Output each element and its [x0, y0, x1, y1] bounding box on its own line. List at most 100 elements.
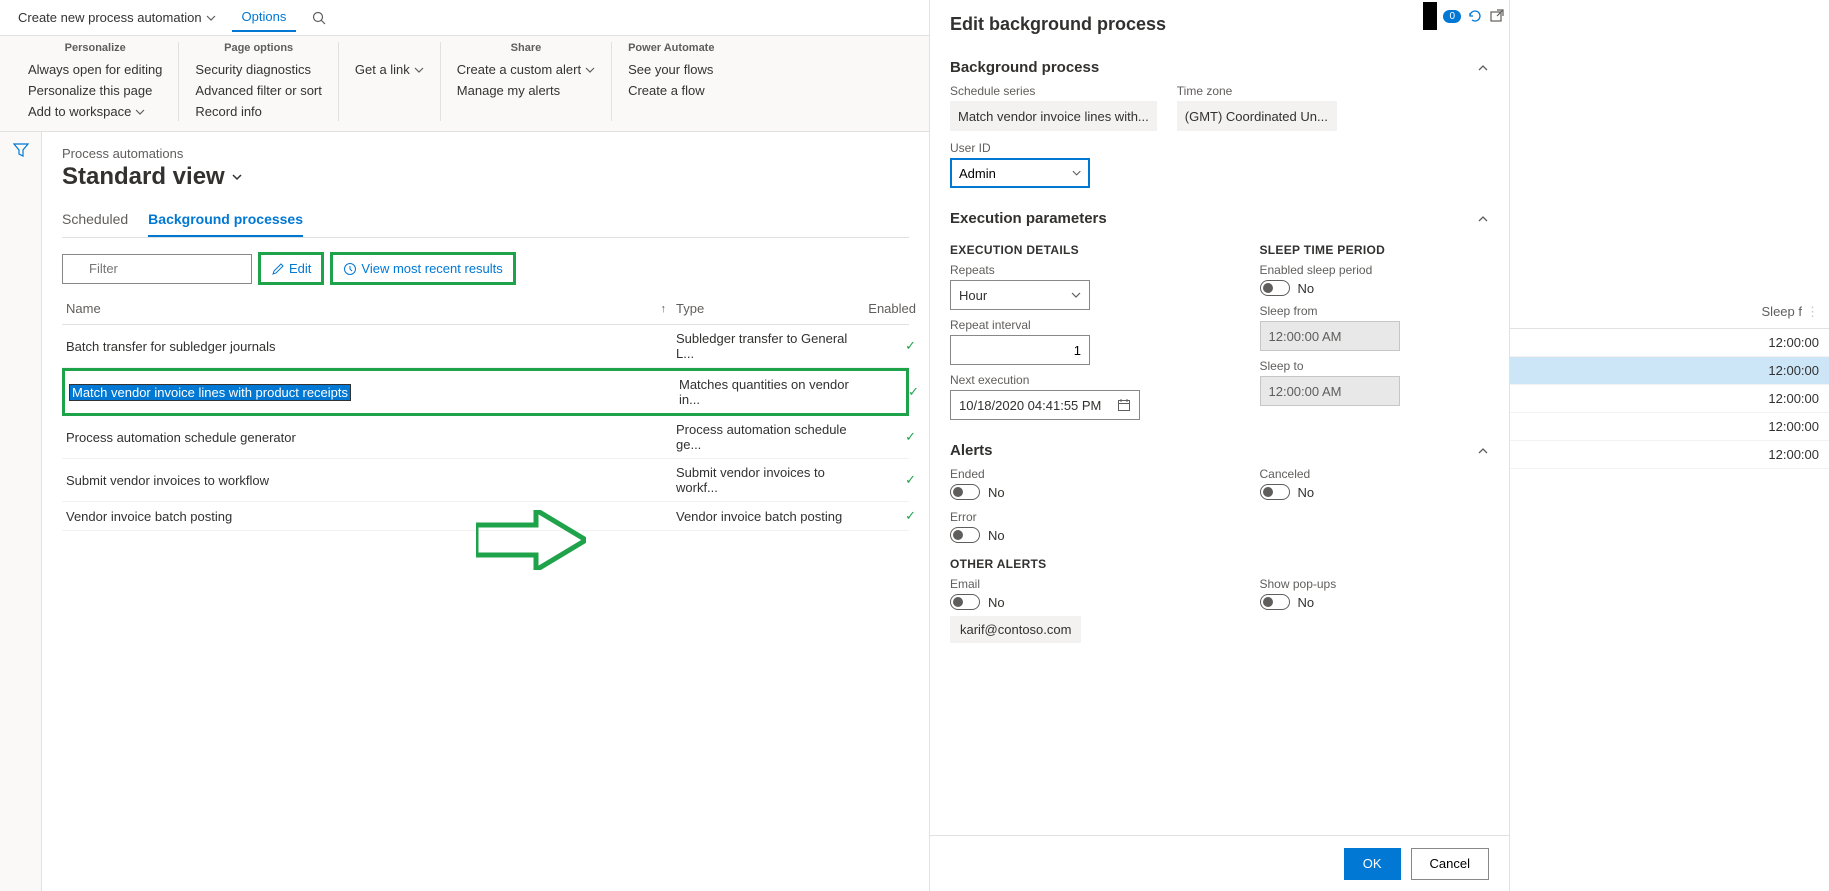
check-icon: ✓ [869, 384, 919, 400]
extra-header-sleep[interactable]: Sleep f ⋮ [1510, 296, 1829, 329]
chevron-up-icon [1477, 213, 1489, 225]
canceled-toggle[interactable] [1260, 484, 1290, 500]
enabled-sleep-toggle[interactable] [1260, 280, 1290, 296]
cancel-button[interactable]: Cancel [1411, 848, 1489, 880]
chevron-up-icon [1477, 445, 1489, 457]
col-header-type[interactable]: Type [676, 301, 866, 316]
extra-row[interactable]: 12:00:00 [1510, 413, 1829, 441]
sort-up-icon: ↑ [661, 303, 677, 315]
extra-row[interactable]: 12:00:00 [1510, 329, 1829, 357]
table-row[interactable]: Submit vendor invoices to workflow Submi… [62, 459, 909, 502]
extra-row[interactable]: 12:00:00 [1510, 441, 1829, 469]
sleep-to-label: Sleep to [1260, 359, 1490, 373]
power-automate-group-title: Power Automate [628, 42, 714, 54]
create-new-process-dropdown[interactable]: Create new process automation [8, 4, 226, 31]
view-title[interactable]: Standard view [62, 163, 909, 191]
always-open-editing-link[interactable]: Always open for editing [28, 60, 162, 79]
refresh-icon[interactable] [1467, 8, 1483, 24]
execution-details-heading: EXECUTION DETAILS [950, 243, 1180, 257]
background-process-section[interactable]: Background process [950, 51, 1489, 84]
enabled-sleep-value: No [1298, 281, 1315, 296]
ended-toggle[interactable] [950, 484, 980, 500]
search-button[interactable] [302, 5, 336, 31]
user-id-input[interactable] [959, 166, 1072, 181]
record-info-link[interactable]: Record info [195, 102, 321, 121]
col-header-enabled[interactable]: Enabled [866, 301, 916, 316]
alerts-section[interactable]: Alerts [950, 434, 1489, 467]
repeats-dropdown[interactable]: Hour [950, 280, 1090, 310]
email-label: Email [950, 577, 1180, 591]
add-to-workspace-link[interactable]: Add to workspace [28, 102, 162, 121]
other-alerts-heading: OTHER ALERTS [950, 557, 1489, 571]
row-name-selected: Match vendor invoice lines with product … [69, 384, 351, 401]
create-a-flow-link[interactable]: Create a flow [628, 81, 714, 100]
error-toggle[interactable] [950, 527, 980, 543]
panel-title: Edit background process [950, 14, 1166, 35]
chevron-down-icon [414, 65, 424, 75]
timezone-value: (GMT) Coordinated Un... [1177, 101, 1337, 131]
filter-input[interactable] [62, 254, 252, 284]
user-id-dropdown[interactable] [950, 158, 1090, 188]
tab-background-processes[interactable]: Background processes [148, 205, 303, 237]
extra-row[interactable]: 12:00:00 [1510, 357, 1829, 385]
options-tab[interactable]: Options [232, 3, 297, 32]
row-type: Matches quantities on vendor in... [679, 377, 869, 407]
security-diagnostics-link[interactable]: Security diagnostics [195, 60, 321, 79]
timezone-label: Time zone [1177, 84, 1337, 98]
chevron-down-icon [585, 65, 595, 75]
funnel-icon[interactable] [13, 142, 29, 158]
edit-button[interactable]: Edit [258, 252, 324, 285]
table-row[interactable]: Match vendor invoice lines with product … [62, 368, 909, 416]
col-header-name[interactable]: Name↑ [66, 301, 676, 316]
sleep-from-input: 12:00:00 AM [1260, 321, 1400, 351]
personalize-page-link[interactable]: Personalize this page [28, 81, 162, 100]
row-type: Process automation schedule ge... [676, 422, 866, 452]
arrow-annotation-icon [476, 510, 586, 570]
chevron-down-icon [1072, 168, 1081, 178]
email-address-chip[interactable]: karif@contoso.com [950, 616, 1081, 643]
view-title-text: Standard view [62, 163, 225, 191]
repeat-interval-input[interactable] [950, 335, 1090, 365]
create-custom-alert-link[interactable]: Create a custom alert [457, 60, 595, 79]
manage-alerts-link[interactable]: Manage my alerts [457, 81, 595, 100]
tab-scheduled[interactable]: Scheduled [62, 205, 128, 237]
options-label: Options [242, 9, 287, 24]
row-name: Submit vendor invoices to workflow [66, 473, 676, 488]
notification-badge[interactable]: 0 [1443, 10, 1461, 23]
check-icon: ✓ [866, 508, 916, 524]
calendar-icon [1117, 398, 1131, 412]
get-a-link[interactable]: Get a link [355, 60, 424, 79]
table-row[interactable]: Batch transfer for subledger journals Su… [62, 325, 909, 368]
check-icon: ✓ [866, 338, 916, 354]
error-label: Error [950, 510, 1180, 524]
popout-icon[interactable] [1489, 8, 1505, 24]
share-group-title: Share [457, 42, 595, 54]
row-type: Vendor invoice batch posting [676, 509, 866, 524]
chevron-down-icon [206, 13, 216, 23]
view-recent-results-button[interactable]: View most recent results [330, 252, 515, 285]
sleep-from-label: Sleep from [1260, 304, 1490, 318]
edit-label: Edit [289, 261, 311, 276]
ok-button[interactable]: OK [1344, 848, 1401, 880]
popups-toggle[interactable] [1260, 594, 1290, 610]
schedule-series-label: Schedule series [950, 84, 1157, 98]
execution-parameters-section[interactable]: Execution parameters [950, 202, 1489, 235]
row-type: Subledger transfer to General L... [676, 331, 866, 361]
next-execution-input[interactable]: 10/18/2020 04:41:55 PM [950, 390, 1140, 420]
ended-label: Ended [950, 467, 1180, 481]
sleep-time-period-heading: SLEEP TIME PERIOD [1260, 243, 1490, 257]
canceled-label: Canceled [1260, 467, 1490, 481]
see-your-flows-link[interactable]: See your flows [628, 60, 714, 79]
table-row[interactable]: Process automation schedule generator Pr… [62, 416, 909, 459]
enabled-sleep-label: Enabled sleep period [1260, 263, 1490, 277]
chevron-down-icon [135, 107, 145, 117]
email-toggle[interactable] [950, 594, 980, 610]
extra-row[interactable]: 12:00:00 [1510, 385, 1829, 413]
row-name: Batch transfer for subledger journals [66, 339, 676, 354]
link-group-spacer [355, 42, 424, 54]
sleep-to-input: 12:00:00 AM [1260, 376, 1400, 406]
check-icon: ✓ [866, 429, 916, 445]
advanced-filter-link[interactable]: Advanced filter or sort [195, 81, 321, 100]
next-execution-label: Next execution [950, 373, 1180, 387]
check-icon: ✓ [866, 472, 916, 488]
